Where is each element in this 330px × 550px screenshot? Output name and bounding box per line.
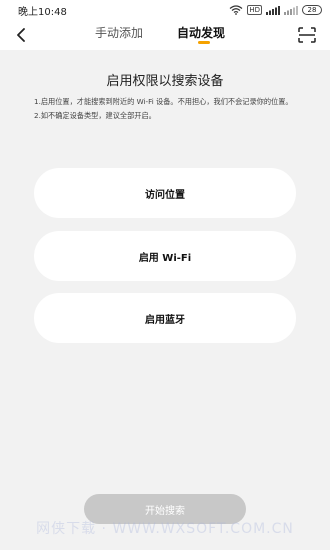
permission-description: 1.启用位置，才能搜索到附近的 Wi-Fi 设备。不用担心，我们不会记录你的位置…: [34, 96, 302, 124]
hd-icon: HD: [247, 5, 262, 15]
battery-icon: 28: [302, 5, 322, 15]
signal-icon-2: [284, 5, 298, 15]
enable-wifi-button[interactable]: 启用 Wi-Fi: [34, 231, 296, 281]
description-line-2: 2.如不确定设备类型，建议全部开启。: [34, 111, 156, 120]
description-line-1: 1.启用位置，才能搜索到附近的 Wi-Fi 设备。不用担心，我们不会记录你的位置…: [34, 97, 293, 106]
tab-manual-add[interactable]: 手动添加: [95, 25, 143, 47]
access-location-button[interactable]: 访问位置: [34, 168, 296, 218]
scan-button[interactable]: [296, 24, 318, 46]
status-icons: HD 28: [229, 5, 322, 15]
nav-bar: 手动添加 自动发现: [0, 20, 330, 50]
signal-icon: [266, 5, 280, 15]
status-bar: 晚上10:48 HD 28: [0, 0, 330, 20]
watermark: 网侠下载 · WWW.WXSOFT.COM.CN: [36, 521, 294, 537]
back-button[interactable]: [10, 24, 32, 46]
page-heading: 启用权限以搜索设备: [106, 74, 224, 89]
scan-icon: [298, 27, 316, 43]
tab-active-indicator: [198, 41, 210, 44]
chevron-left-icon: [17, 28, 25, 42]
enable-bluetooth-button[interactable]: 启用蓝牙: [34, 293, 296, 343]
status-time: 晚上10:48: [18, 6, 67, 18]
wifi-icon: [229, 5, 243, 15]
